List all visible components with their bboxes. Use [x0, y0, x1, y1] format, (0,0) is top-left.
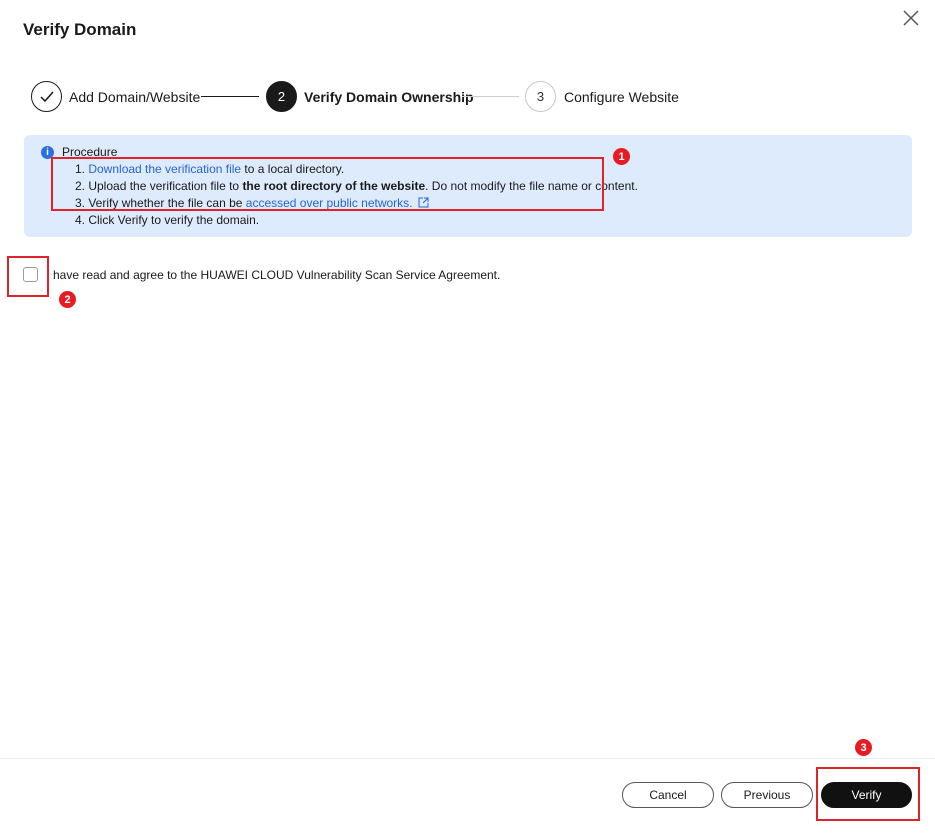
cancel-button[interactable]: Cancel [622, 782, 714, 808]
step-connector-1 [201, 96, 259, 97]
highlight-box-1 [51, 157, 604, 211]
step-1-label: Add Domain/Website [69, 89, 201, 105]
close-icon[interactable] [902, 9, 920, 27]
footer-divider [0, 758, 935, 759]
procedure-step-4: 4. Click Verify to verify the domain. [75, 213, 260, 227]
annotation-badge-1: 1 [613, 148, 630, 165]
step-1-check-icon [31, 81, 62, 112]
highlight-box-2 [7, 256, 49, 297]
step-3-label: Configure Website [564, 89, 679, 105]
step-2-number: 2 [266, 81, 297, 112]
annotation-badge-3: 3 [855, 739, 872, 756]
step-connector-2 [462, 96, 519, 97]
step-3-number: 3 [525, 81, 556, 112]
step-indicator: Add Domain/Website 2 Verify Domain Owner… [31, 81, 691, 113]
agreement-text: have read and agree to the HUAWEI CLOUD … [53, 268, 501, 282]
step-2-label: Verify Domain Ownership [304, 89, 474, 105]
highlight-box-3 [816, 767, 920, 821]
dialog-title: Verify Domain [23, 20, 137, 39]
previous-button[interactable]: Previous [721, 782, 813, 808]
annotation-badge-2: 2 [59, 291, 76, 308]
